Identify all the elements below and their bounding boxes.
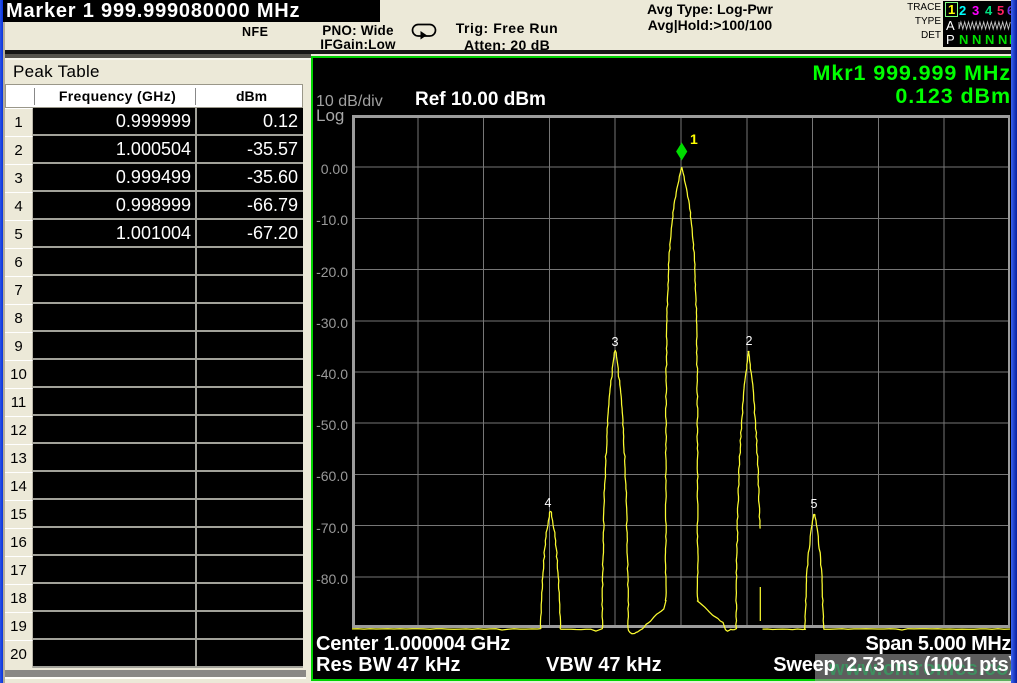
svg-text:3: 3 bbox=[612, 335, 619, 349]
svg-text:2: 2 bbox=[746, 334, 753, 348]
svg-text:4: 4 bbox=[545, 496, 552, 510]
svg-text:5: 5 bbox=[811, 497, 818, 511]
svg-text:1: 1 bbox=[690, 131, 698, 147]
